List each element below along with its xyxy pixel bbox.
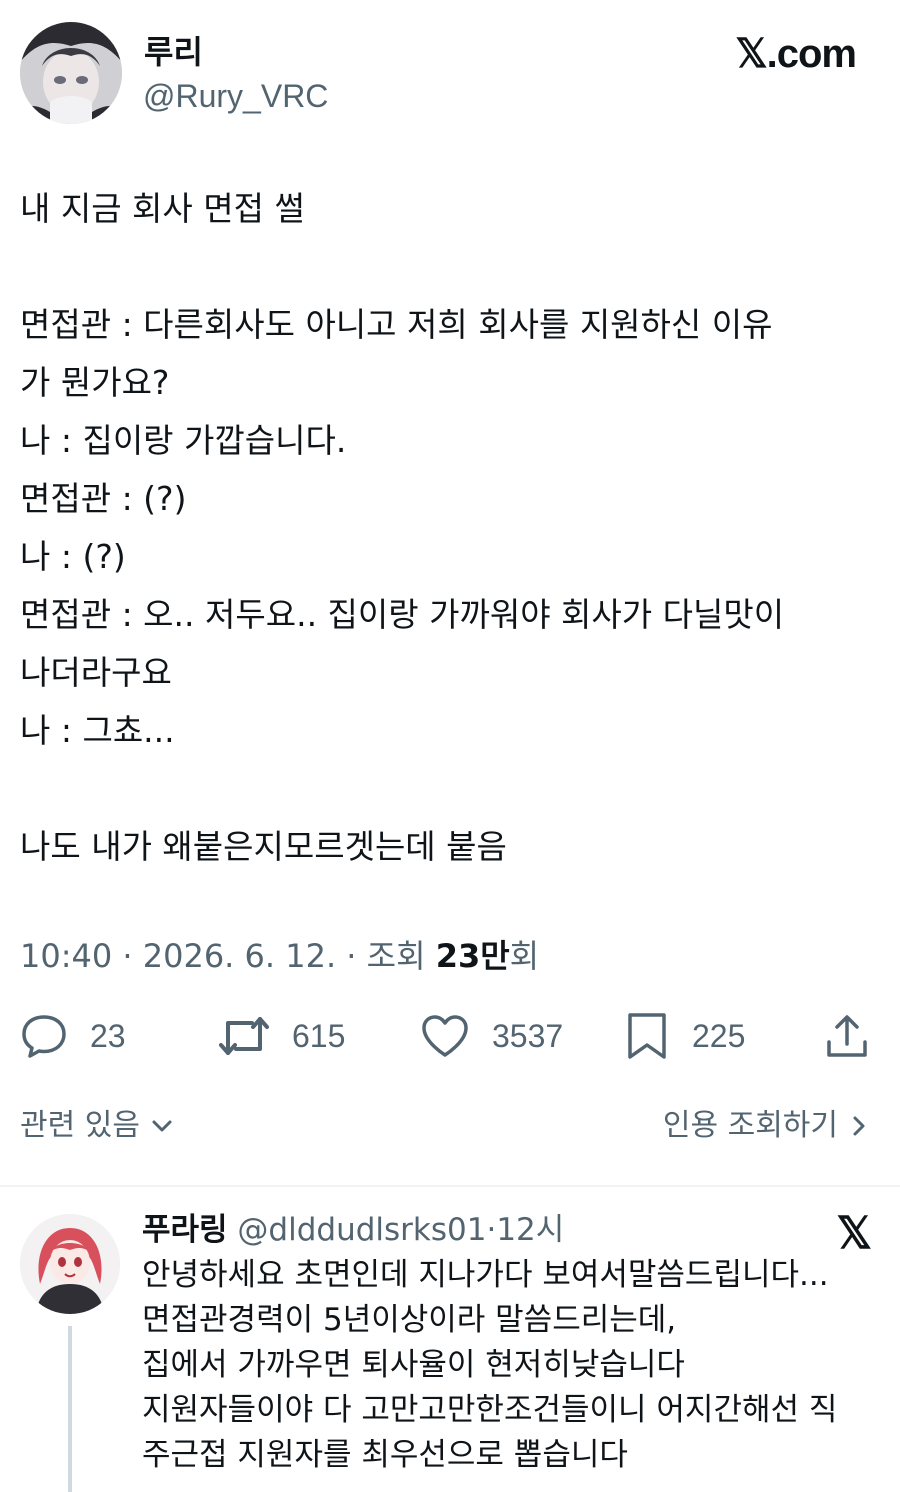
tweet-date[interactable]: 2026. 6. 12. xyxy=(143,937,336,975)
tweet-line: 면접관 : 다른회사도 아니고 저희 회사를 지원하신 이유 xyxy=(20,305,773,344)
reply-icon xyxy=(22,1015,66,1058)
tweet-line: 나 : (?) xyxy=(20,537,126,576)
chevron-right-icon xyxy=(853,1116,865,1136)
bookmark-icon xyxy=(628,1013,666,1059)
tweet-line: 내 지금 회사 면접 썰 xyxy=(20,189,305,228)
share-button[interactable] xyxy=(824,1010,870,1062)
tweet-line: 나더라구요 xyxy=(20,653,172,692)
reply-line: 지원자들이야 다 고만고만한조건들이니 어지간해선 직 xyxy=(142,1392,838,1428)
x-logo-icon: 𝕏.com xyxy=(735,32,857,76)
reply-time[interactable]: 12시 xyxy=(496,1212,564,1248)
reply-avatar[interactable] xyxy=(20,1214,120,1314)
retweet-icon xyxy=(219,1017,269,1055)
like-count: 3537 xyxy=(492,1017,564,1054)
related-toggle[interactable]: 관련 있음 xyxy=(20,1104,176,1148)
share-icon xyxy=(827,1015,867,1057)
tweet-time[interactable]: 10:40 xyxy=(20,937,112,975)
tweet-line: 나 : 집이랑 가깝습니다. xyxy=(20,421,347,460)
tweet-line: 면접관 : 오.. 저두요.. 집이랑 가까워야 회사가 다닐맛이 xyxy=(20,595,785,634)
author-avatar[interactable] xyxy=(20,22,122,124)
retweet-button[interactable]: 615 xyxy=(218,1010,345,1062)
reply-line: 주근접 지원자를 최우선으로 뽑습니다 xyxy=(142,1437,628,1473)
bookmark-button[interactable]: 225 xyxy=(624,1010,745,1062)
reply-author-name[interactable]: 푸라링 xyxy=(142,1212,228,1248)
like-button[interactable]: 3537 xyxy=(420,1010,563,1062)
chevron-down-icon xyxy=(152,1120,172,1132)
tweet-line: 가 뭔가요? xyxy=(20,363,170,402)
thread-line xyxy=(68,1326,72,1492)
bookmark-count: 225 xyxy=(692,1017,746,1054)
author-name[interactable]: 루리 xyxy=(144,32,203,72)
x-logo-icon: 𝕏 xyxy=(836,1209,872,1258)
retweet-count: 615 xyxy=(292,1017,346,1054)
views-suffix: 회 xyxy=(509,937,540,975)
views-prefix: 조회 xyxy=(366,937,426,975)
reply-count: 23 xyxy=(90,1017,126,1054)
meta-separator: · xyxy=(346,937,357,975)
tweet-line: 나도 내가 왜붙은지모르겟는데 붙음 xyxy=(20,827,507,866)
views-count: 23만 xyxy=(435,937,510,975)
reply-text: 안녕하세요 초면인데 지나가다 보여서말씀드립니다... 면접관경력이 5년이상… xyxy=(142,1253,882,1478)
reply-line: 집에서 가까우면 퇴사율이 현저히낮습니다 xyxy=(142,1347,685,1383)
tweet-line: 면접관 : (?) xyxy=(20,479,187,518)
quote-views-link[interactable]: 인용 조회하기 xyxy=(663,1104,870,1148)
tweet-meta: 10:40 · 2026. 6. 12. · 조회 23만회 xyxy=(20,934,539,978)
reply-author-handle[interactable]: @dlddudlsrks01 xyxy=(237,1212,486,1248)
tweet-line: 나 : 그쵸... xyxy=(20,711,175,750)
meta-separator: · xyxy=(122,937,133,975)
author-handle[interactable]: @Rury_VRC xyxy=(143,76,328,116)
heart-icon xyxy=(422,1015,468,1057)
tweet-text: 내 지금 회사 면접 썰 면접관 : 다른회사도 아니고 저희 회사를 지원하신… xyxy=(20,180,880,876)
reply-button[interactable]: 23 xyxy=(20,1010,126,1062)
reply-header: 푸라링 @dlddudlsrks01·12시 xyxy=(142,1208,564,1252)
related-label: 관련 있음 xyxy=(20,1108,140,1143)
reply-separator: · xyxy=(486,1212,497,1248)
divider xyxy=(0,1185,900,1187)
reply-line: 안녕하세요 초면인데 지나가다 보여서말씀드립니다... xyxy=(142,1257,829,1293)
quote-views-label: 인용 조회하기 xyxy=(662,1108,838,1143)
reply-line: 면접관경력이 5년이상이라 말씀드리는데, xyxy=(142,1302,677,1338)
